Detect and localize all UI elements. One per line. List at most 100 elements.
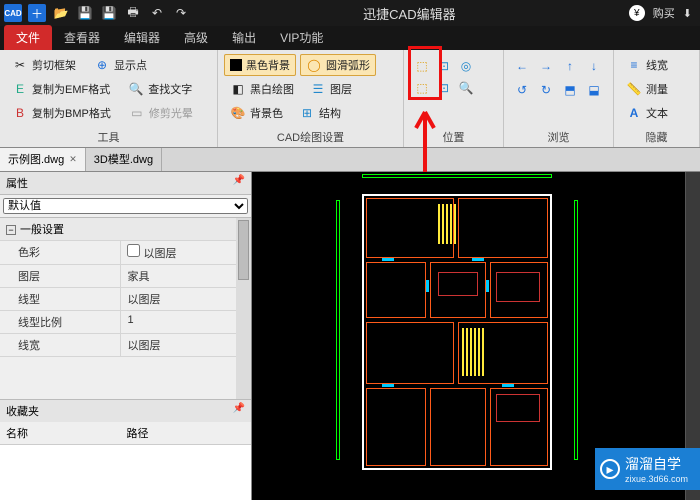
arc-icon: ◯ bbox=[306, 57, 322, 73]
doc-tabs: 示例图.dwg✕ 3D模型.dwg bbox=[0, 148, 700, 172]
floorplan-drawing bbox=[342, 180, 572, 480]
rotate-ccw-icon[interactable]: ↺ bbox=[514, 82, 530, 98]
fav-col-path[interactable]: 路径 bbox=[120, 422, 154, 444]
collapse-icon[interactable]: − bbox=[6, 225, 16, 235]
fav-header: 名称 路径 bbox=[0, 422, 251, 445]
crop-frame-button[interactable]: ✂剪切框架 bbox=[6, 54, 82, 76]
tab-output[interactable]: 输出 bbox=[220, 25, 268, 50]
measure-button[interactable]: 📏测量 bbox=[620, 78, 674, 100]
watermark: ▸ 溜溜自学 zixue.3d66.com bbox=[595, 448, 700, 490]
prop-row-layer[interactable]: 图层家具 bbox=[0, 265, 251, 288]
redo-icon[interactable]: ↷ bbox=[172, 4, 190, 22]
tab-editor[interactable]: 编辑器 bbox=[112, 25, 172, 50]
ribbon-group-position: ⬚ ⊡ ◎ ⬚ ⊡ 🔍 位置 bbox=[404, 50, 504, 147]
pin-icon[interactable]: 📌 bbox=[233, 403, 245, 419]
fav-body bbox=[0, 445, 251, 500]
tab-advanced[interactable]: 高级 bbox=[172, 25, 220, 50]
tree-icon: ⊞ bbox=[299, 105, 315, 121]
trim-halo-button[interactable]: ▭修剪光晕 bbox=[123, 102, 199, 124]
properties-panel: 属性📌 默认值 −一般设置 色彩 以图层 图层家具 线型以图层 线型比例1 线宽… bbox=[0, 172, 252, 500]
browse-icon-8[interactable]: ⬓ bbox=[586, 82, 602, 98]
properties-title: 属性📌 bbox=[0, 172, 251, 195]
bmp-icon: B bbox=[12, 105, 28, 121]
group-tools-label: 工具 bbox=[6, 127, 211, 147]
browse-icon-7[interactable]: ⬒ bbox=[562, 82, 578, 98]
group-cad-label: CAD绘图设置 bbox=[224, 127, 397, 147]
black-square-icon bbox=[230, 59, 242, 71]
print-icon[interactable]: 🖶 bbox=[124, 4, 142, 22]
arrow-up-icon[interactable]: ↑ bbox=[562, 58, 578, 74]
bg-color-button[interactable]: 🎨背景色 bbox=[224, 102, 289, 124]
doc-tab-2[interactable]: 3D模型.dwg bbox=[86, 147, 162, 171]
ribbon-group-tools: ✂剪切框架 ⊕显示点 E复制为EMF格式 🔍查找文字 B复制为BMP格式 ▭修剪… bbox=[0, 50, 218, 147]
trim-icon: ▭ bbox=[129, 105, 145, 121]
bw-draw-button[interactable]: ◧黑白绘图 bbox=[224, 78, 300, 100]
copy-emf-button[interactable]: E复制为EMF格式 bbox=[6, 78, 116, 100]
lineweight-button[interactable]: ≡线宽 bbox=[620, 54, 674, 76]
ribbon: ✂剪切框架 ⊕显示点 E复制为EMF格式 🔍查找文字 B复制为BMP格式 ▭修剪… bbox=[0, 50, 700, 148]
structure-button[interactable]: ⊞结构 bbox=[293, 102, 347, 124]
bw-icon: ◧ bbox=[230, 81, 246, 97]
panel-scrollbar[interactable] bbox=[236, 218, 251, 399]
titlebar: CAD ＋ 📂 💾 💾 🖶 ↶ ↷ 迅捷CAD编辑器 ¥ 购买 ⬇ bbox=[0, 0, 700, 26]
ribbon-tabs: 文件 查看器 编辑器 高级 输出 VIP功能 bbox=[0, 26, 700, 50]
close-icon[interactable]: ✕ bbox=[69, 154, 77, 165]
prop-row-lineweight[interactable]: 线宽以图层 bbox=[0, 334, 251, 357]
text-button[interactable]: A文本 bbox=[620, 102, 674, 124]
arrow-right-icon[interactable]: → bbox=[538, 58, 554, 74]
pos-icon-5[interactable]: ⊡ bbox=[436, 80, 452, 96]
prop-row-linetype[interactable]: 线型以图层 bbox=[0, 288, 251, 311]
pos-icon-2[interactable]: ⊡ bbox=[436, 58, 452, 74]
smooth-arc-button[interactable]: ◯圆滑弧形 bbox=[300, 54, 376, 76]
arrow-down-icon[interactable]: ↓ bbox=[586, 58, 602, 74]
section-general[interactable]: −一般设置 bbox=[0, 218, 251, 241]
ribbon-group-hide: ≡线宽 📏测量 A文本 隐藏 bbox=[614, 50, 700, 147]
layers-icon: ☰ bbox=[310, 81, 326, 97]
copy-bmp-button[interactable]: B复制为BMP格式 bbox=[6, 102, 117, 124]
pos-icon-1[interactable]: ⬚ bbox=[414, 58, 430, 74]
color-checkbox[interactable] bbox=[127, 244, 140, 257]
emf-icon: E bbox=[12, 81, 28, 97]
pos-icon-3[interactable]: ◎ bbox=[458, 58, 474, 74]
text-icon: A bbox=[626, 105, 642, 121]
layer-button[interactable]: ☰图层 bbox=[304, 78, 358, 100]
search-icon: 🔍 bbox=[128, 81, 144, 97]
dropdown-icon[interactable]: ⬇ bbox=[683, 7, 692, 20]
black-bg-button[interactable]: 黑色背景 bbox=[224, 54, 296, 76]
pos-icon-6[interactable]: 🔍 bbox=[458, 80, 474, 96]
pos-icon-4[interactable]: ⬚ bbox=[414, 80, 430, 96]
tab-viewer[interactable]: 查看器 bbox=[52, 25, 112, 50]
lineweight-icon: ≡ bbox=[626, 57, 642, 73]
group-browse-label: 浏览 bbox=[510, 127, 607, 147]
tab-file[interactable]: 文件 bbox=[4, 25, 52, 50]
open-icon[interactable]: 📂 bbox=[52, 4, 70, 22]
rotate-cw-icon[interactable]: ↻ bbox=[538, 82, 554, 98]
group-position-label: 位置 bbox=[410, 127, 497, 147]
tab-vip[interactable]: VIP功能 bbox=[268, 25, 335, 50]
group-hide-label: 隐藏 bbox=[620, 127, 693, 147]
buy-link[interactable]: 购买 bbox=[653, 5, 675, 21]
undo-icon[interactable]: ↶ bbox=[148, 4, 166, 22]
app-title: 迅捷CAD编辑器 bbox=[190, 4, 629, 23]
save-icon[interactable]: 💾 bbox=[76, 4, 94, 22]
arrow-left-icon[interactable]: ← bbox=[514, 58, 530, 74]
ribbon-group-cad-settings: 黑色背景 ◯圆滑弧形 ◧黑白绘图 ☰图层 🎨背景色 ⊞结构 CAD绘图设置 bbox=[218, 50, 404, 147]
find-text-button[interactable]: 🔍查找文字 bbox=[122, 78, 198, 100]
saveas-icon[interactable]: 💾 bbox=[100, 4, 118, 22]
prop-row-color[interactable]: 色彩 以图层 bbox=[0, 241, 251, 265]
palette-icon: 🎨 bbox=[230, 105, 246, 121]
app-icon: CAD bbox=[4, 4, 22, 22]
doc-tab-1[interactable]: 示例图.dwg✕ bbox=[0, 147, 86, 171]
pin-icon[interactable]: 📌 bbox=[233, 175, 245, 191]
ribbon-group-browse: ← → ↑ ↓ ↺ ↻ ⬒ ⬓ 浏览 bbox=[504, 50, 614, 147]
fav-col-name[interactable]: 名称 bbox=[0, 422, 120, 444]
property-grid: −一般设置 色彩 以图层 图层家具 线型以图层 线型比例1 线宽以图层 bbox=[0, 217, 251, 399]
show-points-button[interactable]: ⊕显示点 bbox=[88, 54, 153, 76]
default-combo[interactable]: 默认值 bbox=[3, 198, 248, 214]
new-icon[interactable]: ＋ bbox=[28, 4, 46, 22]
ruler-icon: 📏 bbox=[626, 81, 642, 97]
currency-icon[interactable]: ¥ bbox=[629, 5, 645, 21]
prop-row-ltscale[interactable]: 线型比例1 bbox=[0, 311, 251, 334]
play-icon: ▸ bbox=[600, 459, 620, 479]
target-icon: ⊕ bbox=[94, 57, 110, 73]
